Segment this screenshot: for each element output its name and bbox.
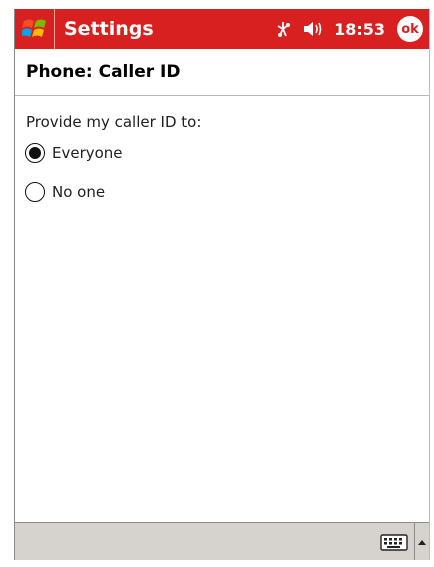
- radio-label-everyone[interactable]: Everyone: [52, 144, 123, 162]
- keyboard-icon[interactable]: [380, 531, 410, 553]
- radio-option-everyone[interactable]: Everyone: [25, 143, 123, 163]
- title-bar: Settings 18:53 ok: [15, 9, 429, 49]
- radio-selected-dot: [29, 147, 41, 159]
- app-title: Settings: [64, 18, 154, 40]
- chevron-up-icon[interactable]: [414, 523, 429, 560]
- page-title: Phone: Caller ID: [15, 49, 429, 96]
- radio-button-everyone[interactable]: [25, 143, 45, 163]
- menu-bar: [15, 522, 429, 560]
- clock[interactable]: 18:53: [334, 20, 385, 39]
- radio-option-no-one[interactable]: No one: [25, 182, 105, 202]
- radio-button-no-one[interactable]: [25, 182, 45, 202]
- start-button[interactable]: [15, 9, 55, 49]
- ok-button[interactable]: ok: [397, 16, 423, 42]
- connectivity-icon[interactable]: [274, 20, 292, 38]
- speaker-icon[interactable]: [302, 20, 324, 38]
- caller-id-prompt: Provide my caller ID to:: [26, 113, 202, 131]
- system-tray: 18:53 ok: [274, 9, 429, 49]
- device-screen: Settings 18:53 ok Phone: Caller ID Provi…: [14, 9, 430, 560]
- radio-label-no-one[interactable]: No one: [52, 183, 105, 201]
- windows-flag-icon: [21, 19, 46, 37]
